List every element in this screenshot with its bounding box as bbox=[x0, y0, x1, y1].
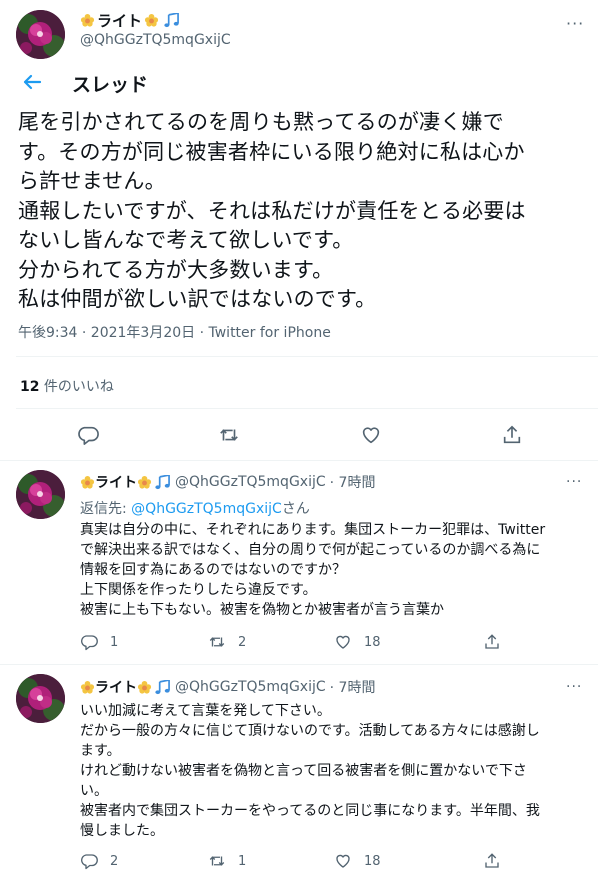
replying-to-label: 返信先: bbox=[80, 501, 132, 517]
reply-text: いい加減に考えて言葉を発して下さい。 だから一般の方々に信じて頂けないのです。活… bbox=[80, 703, 540, 839]
flower-emoji-icon bbox=[137, 680, 152, 695]
author-avatar[interactable] bbox=[16, 10, 65, 59]
retweet-count: 2 bbox=[238, 634, 247, 650]
more-options-icon[interactable]: ··· bbox=[566, 679, 582, 695]
flower-emoji-icon bbox=[80, 475, 95, 490]
reply-icon bbox=[80, 633, 98, 651]
retweet-icon[interactable] bbox=[218, 424, 240, 446]
reply-mention-link[interactable]: @QhGGzTQ5mqGxijC bbox=[131, 501, 282, 517]
reply-icon bbox=[80, 852, 98, 870]
main-tweet-meta[interactable]: 午後9:34 · 2021年3月20日 · Twitter for iPhone bbox=[18, 322, 331, 342]
reply-avatar[interactable] bbox=[16, 470, 65, 519]
share-button[interactable] bbox=[483, 633, 501, 651]
reply-icon[interactable] bbox=[77, 424, 99, 446]
like-icon bbox=[334, 633, 352, 651]
reply-button[interactable]: 1 bbox=[80, 633, 118, 651]
more-options-icon[interactable]: ··· bbox=[566, 14, 584, 33]
author-name-text: ライト bbox=[97, 12, 143, 30]
reply-author-name[interactable]: ライト bbox=[80, 677, 171, 697]
music-note-emoji-icon bbox=[154, 475, 171, 490]
likes-count: 12 bbox=[20, 379, 40, 395]
share-icon bbox=[483, 852, 501, 870]
music-note-emoji-icon bbox=[154, 680, 171, 695]
reply-author-name-text: ライト bbox=[95, 475, 137, 491]
share-button[interactable] bbox=[483, 852, 501, 870]
retweet-button[interactable]: 2 bbox=[208, 633, 246, 651]
page-title: スレッド bbox=[72, 74, 149, 96]
reply-count: 2 bbox=[110, 853, 119, 869]
author-handle[interactable]: @QhGGzTQ5mqGxijC bbox=[80, 32, 231, 48]
reply-header: ライト @QhGGzTQ5mqGxijC · 7時間 bbox=[80, 677, 375, 697]
like-count: 18 bbox=[364, 634, 381, 650]
author-name[interactable]: ライト bbox=[80, 10, 180, 31]
reply-count: 1 bbox=[110, 634, 119, 650]
likes-count-link[interactable]: 12 件のいいね bbox=[20, 376, 114, 396]
back-arrow-icon[interactable] bbox=[22, 72, 42, 92]
more-options-icon[interactable]: ··· bbox=[566, 474, 582, 490]
reply-author-name[interactable]: ライト bbox=[80, 472, 171, 492]
likes-label: 件のいいね bbox=[39, 379, 114, 395]
like-button[interactable]: 18 bbox=[334, 633, 381, 651]
reply-avatar[interactable] bbox=[16, 674, 65, 723]
retweet-count: 1 bbox=[238, 853, 247, 869]
main-tweet-text: 尾を引かされてるのを周りも黙ってるのが凄く嫌で す。その方が同じ被害者枠にいる限… bbox=[18, 110, 526, 311]
replying-to: 返信先: @QhGGzTQ5mqGxijCさん bbox=[80, 498, 310, 518]
reply-author-name-text: ライト bbox=[95, 680, 137, 696]
like-button[interactable]: 18 bbox=[334, 852, 381, 870]
reply-button[interactable]: 2 bbox=[80, 852, 118, 870]
reply-author-handle[interactable]: @QhGGzTQ5mqGxijC bbox=[175, 679, 326, 695]
reply-timestamp[interactable]: · 7時間 bbox=[330, 677, 376, 697]
flower-emoji-icon bbox=[80, 680, 95, 695]
divider bbox=[16, 408, 598, 409]
divider bbox=[16, 356, 598, 357]
flower-emoji-icon bbox=[144, 13, 159, 28]
reply-timestamp[interactable]: · 7時間 bbox=[330, 472, 376, 492]
reply-author-handle[interactable]: @QhGGzTQ5mqGxijC bbox=[175, 474, 326, 490]
divider bbox=[0, 664, 598, 665]
divider bbox=[0, 460, 598, 461]
like-icon[interactable] bbox=[360, 424, 382, 446]
like-count: 18 bbox=[364, 853, 381, 869]
music-note-emoji-icon bbox=[163, 13, 180, 28]
share-icon bbox=[483, 633, 501, 651]
retweet-button[interactable]: 1 bbox=[208, 852, 246, 870]
like-icon bbox=[334, 852, 352, 870]
retweet-icon bbox=[208, 633, 226, 651]
reply-header: ライト @QhGGzTQ5mqGxijC · 7時間 bbox=[80, 472, 375, 492]
retweet-icon bbox=[208, 852, 226, 870]
flower-emoji-icon bbox=[80, 13, 95, 28]
replying-to-suffix: さん bbox=[281, 501, 310, 517]
reply-text: 真実は自分の中に、それぞれにあります。集団ストーカー犯罪は、Twitter で解… bbox=[80, 522, 546, 618]
share-icon[interactable] bbox=[501, 424, 523, 446]
flower-emoji-icon bbox=[137, 475, 152, 490]
